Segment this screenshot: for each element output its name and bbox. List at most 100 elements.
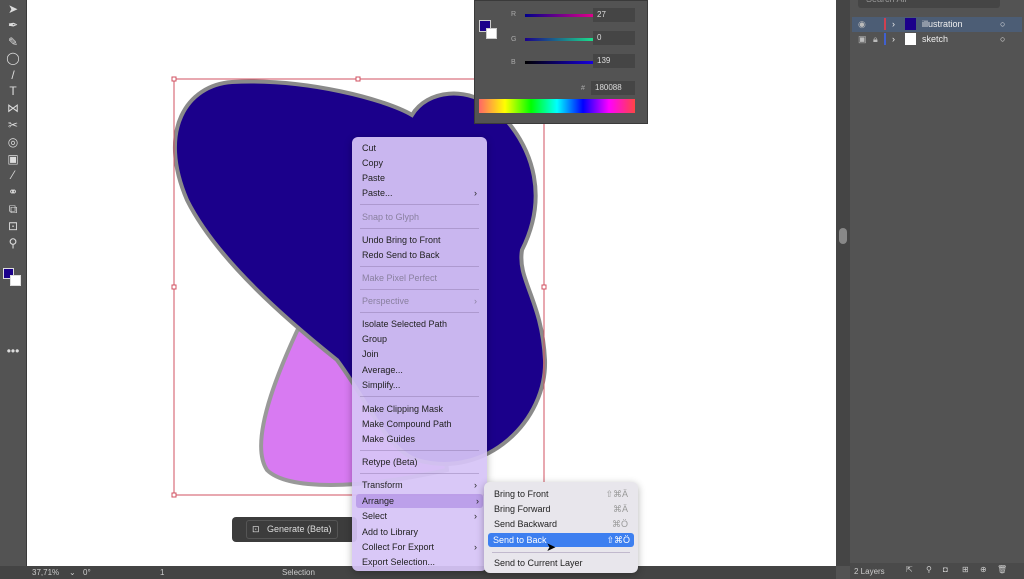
- new-sublayer-icon[interactable]: ⊞: [962, 565, 969, 574]
- vertical-scrollbar[interactable]: [836, 0, 850, 566]
- menu-item-clipping-mask[interactable]: Make Clipping Mask: [362, 402, 481, 416]
- scrollbar-thumb[interactable]: [839, 228, 847, 244]
- label: Send to Back: [493, 535, 547, 545]
- artboard-number-field[interactable]: 1: [160, 568, 164, 577]
- zoom-tool-icon[interactable]: ⚲: [5, 236, 21, 250]
- chevron-right-icon: ›: [474, 511, 477, 521]
- divider: [492, 552, 630, 553]
- divider: [360, 450, 479, 451]
- gradient-tool-icon[interactable]: ▣: [5, 152, 21, 166]
- scissors-tool-icon[interactable]: ✂: [5, 118, 21, 132]
- visibility-eye-icon[interactable]: ◉: [858, 19, 866, 30]
- zoom-level-field[interactable]: 37,71%: [32, 568, 59, 577]
- type-tool-icon[interactable]: T: [5, 84, 21, 98]
- menu-item-collect-for-export[interactable]: Collect For Export ›: [362, 540, 481, 554]
- search-icon[interactable]: ⚲: [926, 565, 932, 574]
- chevron-right-icon: ›: [474, 542, 477, 552]
- selection-tool-icon[interactable]: ➤: [5, 2, 21, 16]
- menu-item-group[interactable]: Group: [362, 332, 481, 346]
- menu-item-undo[interactable]: Undo Bring to Front: [362, 233, 481, 247]
- generate-beta-button[interactable]: ⊡ Generate (Beta): [246, 520, 338, 539]
- color-spectrum[interactable]: [479, 99, 635, 113]
- export-icon[interactable]: ⇱: [906, 565, 913, 574]
- menu-item-send-backward[interactable]: Send Backward ⌘Ö: [494, 517, 632, 531]
- divider: [360, 228, 479, 229]
- menu-item-compound-path[interactable]: Make Compound Path: [362, 417, 481, 431]
- expand-chevron-icon[interactable]: ›: [892, 19, 895, 29]
- expand-chevron-icon[interactable]: ›: [892, 34, 895, 44]
- stroke-swatch[interactable]: [10, 275, 21, 286]
- shape-builder-icon[interactable]: ◎: [5, 135, 21, 149]
- rotation-field[interactable]: 0°: [83, 568, 91, 577]
- menu-item-send-to-back[interactable]: Send to Back ⇧⌘Ö: [488, 533, 634, 547]
- hex-value-input[interactable]: 180088: [591, 81, 635, 95]
- g-slider[interactable]: [525, 38, 603, 41]
- b-slider[interactable]: [525, 61, 603, 64]
- menu-item-copy[interactable]: Copy: [362, 156, 481, 170]
- menu-item-make-guides[interactable]: Make Guides: [362, 432, 481, 446]
- r-value-input[interactable]: 27: [593, 8, 635, 22]
- menu-item-paste-submenu[interactable]: Paste... ›: [362, 186, 481, 200]
- layers-panel: Search All ◉ › illustration ○ ▣ 🔒︎ › ske…: [850, 0, 1024, 579]
- menu-item-join[interactable]: Join: [362, 347, 481, 361]
- menu-item-select[interactable]: Select ›: [362, 509, 481, 523]
- menu-item-transform[interactable]: Transform ›: [362, 478, 481, 492]
- more-tools-icon[interactable]: •••: [5, 344, 21, 358]
- menu-item-paste[interactable]: Paste: [362, 171, 481, 185]
- menu-item-bring-to-front[interactable]: Bring to Front ⇧⌘Ä: [494, 487, 632, 501]
- layer-name[interactable]: sketch: [922, 34, 948, 44]
- menu-item-simplify[interactable]: Simplify...: [362, 378, 481, 392]
- menu-item-isolate[interactable]: Isolate Selected Path: [362, 317, 481, 331]
- new-layer-icon[interactable]: ⊕: [980, 565, 987, 574]
- shortcut: ⌘Ö: [611, 519, 628, 529]
- layers-search-input[interactable]: Search All: [858, 0, 1000, 8]
- menu-item-retype[interactable]: Retype (Beta): [362, 455, 481, 469]
- r-slider[interactable]: [525, 14, 603, 17]
- menu-item-arrange[interactable]: Arrange ›: [356, 494, 483, 508]
- eyedropper-tool-icon[interactable]: ⁄: [5, 168, 21, 182]
- menu-item-add-to-library[interactable]: Add to Library: [362, 525, 481, 539]
- menu-item-cut[interactable]: Cut: [362, 141, 481, 155]
- chevron-right-icon: ›: [474, 188, 477, 198]
- layer-row[interactable]: ▣ 🔒︎ › sketch ○: [852, 32, 1022, 47]
- b-label: B: [511, 59, 516, 66]
- stroke-color-swatch[interactable]: [486, 28, 497, 39]
- menu-item-redo[interactable]: Redo Send to Back: [362, 248, 481, 262]
- brush-tool-icon[interactable]: /: [5, 68, 21, 82]
- shortcut: ⇧⌘Ö: [606, 535, 630, 545]
- menu-item-snap-to-glyph: Snap to Glyph: [362, 212, 420, 222]
- lock-icon[interactable]: 🔒︎: [873, 34, 878, 45]
- trash-icon[interactable]: 🗑︎: [997, 565, 1007, 574]
- menu-item-send-to-current-layer[interactable]: Send to Current Layer: [494, 556, 632, 570]
- label: Perspective: [362, 296, 410, 306]
- chevron-right-icon: ›: [476, 496, 479, 506]
- divider: [360, 396, 479, 397]
- template-icon[interactable]: ▣: [858, 34, 867, 45]
- symbol-tool-icon[interactable]: ⧉: [5, 202, 21, 216]
- menu-item-bring-forward[interactable]: Bring Forward ⌘Ä: [494, 502, 632, 516]
- g-value-input[interactable]: 0: [593, 31, 635, 45]
- layer-name[interactable]: illustration: [922, 19, 963, 29]
- divider: [360, 473, 479, 474]
- layer-row[interactable]: ◉ › illustration ○: [852, 17, 1022, 32]
- target-circle-icon[interactable]: ○: [1000, 19, 1005, 29]
- pen-tool-icon[interactable]: ✒: [5, 18, 21, 32]
- divider: [360, 266, 479, 267]
- reflect-tool-icon[interactable]: ⋈: [5, 101, 21, 115]
- ellipse-tool-icon[interactable]: ◯: [5, 51, 21, 65]
- menu-item-average[interactable]: Average...: [362, 363, 481, 377]
- clipping-mask-icon[interactable]: ◘: [943, 565, 948, 574]
- divider: [360, 289, 479, 290]
- menu-item-export-selection[interactable]: Export Selection...: [362, 555, 481, 569]
- target-circle-icon[interactable]: ○: [1000, 34, 1005, 44]
- menu-item-make-pixel-perfect: Make Pixel Perfect: [362, 273, 438, 283]
- blend-tool-icon[interactable]: ⚭: [5, 185, 21, 199]
- artboard-tool-icon[interactable]: ⊡: [5, 219, 21, 233]
- b-value-input[interactable]: 139: [593, 54, 635, 68]
- curvature-tool-icon[interactable]: ✎: [5, 35, 21, 49]
- menu-item-perspective: Perspective ›: [362, 294, 481, 308]
- layer-thumbnail: [905, 33, 916, 45]
- chevron-right-icon: ›: [474, 296, 477, 306]
- generate-icon: ⊡: [252, 524, 260, 534]
- zoom-dropdown-icon[interactable]: ⌄: [69, 568, 76, 577]
